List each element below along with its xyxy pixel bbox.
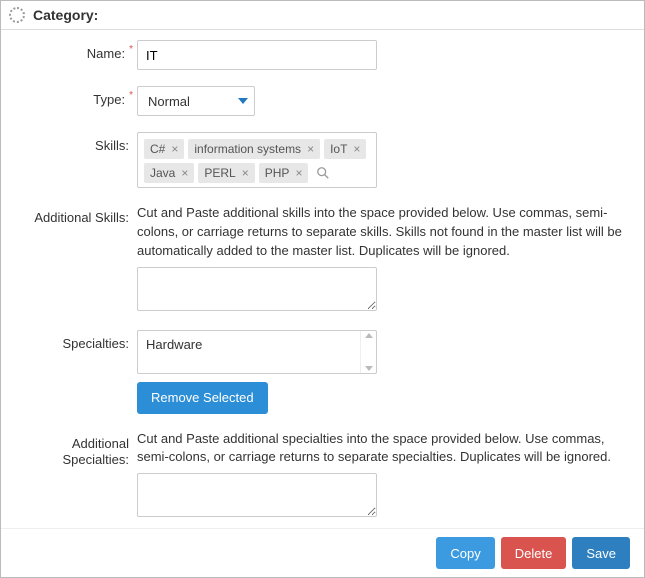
form-body: Name:* Type:* Normal Skills: C#×informat… — [1, 30, 644, 520]
type-select[interactable]: Normal — [137, 86, 255, 116]
category-icon — [9, 7, 25, 23]
scroll-down-icon[interactable] — [365, 366, 373, 371]
remove-tag-icon[interactable]: × — [181, 166, 188, 180]
skill-tag-label: C# — [150, 142, 165, 156]
remove-selected-button[interactable]: Remove Selected — [137, 382, 268, 414]
additional-skills-label: Additional Skills: — [17, 204, 137, 225]
remove-tag-icon[interactable]: × — [307, 142, 314, 156]
required-marker: * — [129, 44, 133, 55]
type-label: Type:* — [17, 86, 137, 107]
skill-tag-label: PERL — [204, 166, 235, 180]
skill-tag: PERL × — [198, 163, 254, 183]
scroll-up-icon[interactable] — [365, 333, 373, 338]
skill-tag-label: IoT — [330, 142, 347, 156]
remove-tag-icon[interactable]: × — [295, 166, 302, 180]
additional-specialties-textarea[interactable] — [137, 473, 377, 517]
specialties-listbox[interactable]: Hardware — [137, 330, 377, 374]
page-title: Category: — [33, 7, 98, 23]
chevron-down-icon — [238, 98, 248, 104]
skill-tag: information systems × — [188, 139, 320, 159]
skill-tag: PHP × — [259, 163, 309, 183]
skills-tagbox[interactable]: C#×information systems×IoT×Java×PERL×PHP… — [137, 132, 377, 188]
delete-button[interactable]: Delete — [501, 537, 567, 569]
specialties-scrollbar[interactable] — [360, 331, 376, 373]
additional-specialties-label: Additional Specialties: — [17, 430, 137, 470]
specialties-label: Specialties: — [17, 330, 137, 351]
form-footer: Copy Delete Save — [1, 528, 644, 569]
copy-button[interactable]: Copy — [436, 537, 494, 569]
additional-skills-help: Cut and Paste additional skills into the… — [137, 204, 627, 261]
skills-label: Skills: — [17, 132, 137, 153]
remove-tag-icon[interactable]: × — [171, 142, 178, 156]
type-select-value: Normal — [148, 94, 190, 109]
skill-tag: Java × — [144, 163, 194, 183]
list-item[interactable]: Hardware — [146, 337, 352, 352]
remove-tag-icon[interactable]: × — [242, 166, 249, 180]
additional-specialties-help: Cut and Paste additional specialties int… — [137, 430, 627, 468]
form-header: Category: — [1, 1, 644, 30]
skill-tag-label: Java — [150, 166, 175, 180]
remove-tag-icon[interactable]: × — [353, 142, 360, 156]
skill-tag: IoT × — [324, 139, 366, 159]
save-button[interactable]: Save — [572, 537, 630, 569]
skill-tag-label: information systems — [194, 142, 301, 156]
required-marker: * — [129, 90, 133, 101]
skill-tag: C# × — [144, 139, 184, 159]
search-icon[interactable] — [316, 166, 330, 180]
additional-skills-textarea[interactable] — [137, 267, 377, 311]
skill-tag-label: PHP — [265, 166, 290, 180]
name-input[interactable] — [137, 40, 377, 70]
category-form-window: Category: Name:* Type:* Normal — [0, 0, 645, 578]
name-label: Name:* — [17, 40, 137, 61]
